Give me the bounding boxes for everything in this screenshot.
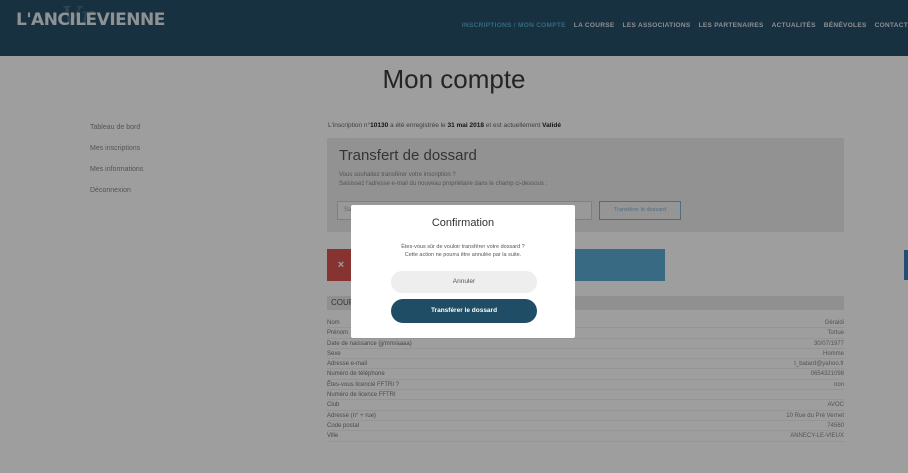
confirm-transfer-button[interactable]: Transférer le dossard [391,299,537,323]
dialog-message: Êtes-vous sûr de vouloir transférer votr… [351,243,575,259]
dialog-message-line-2: Cette action ne pourra être annulée par … [404,252,522,258]
cancel-button[interactable]: Annuler [391,271,537,293]
dialog-message-line-1: Êtes-vous sûr de vouloir transférer votr… [401,244,525,250]
confirmation-dialog: Confirmation Êtes-vous sûr de vouloir tr… [351,205,575,338]
dialog-title: Confirmation [431,217,495,229]
